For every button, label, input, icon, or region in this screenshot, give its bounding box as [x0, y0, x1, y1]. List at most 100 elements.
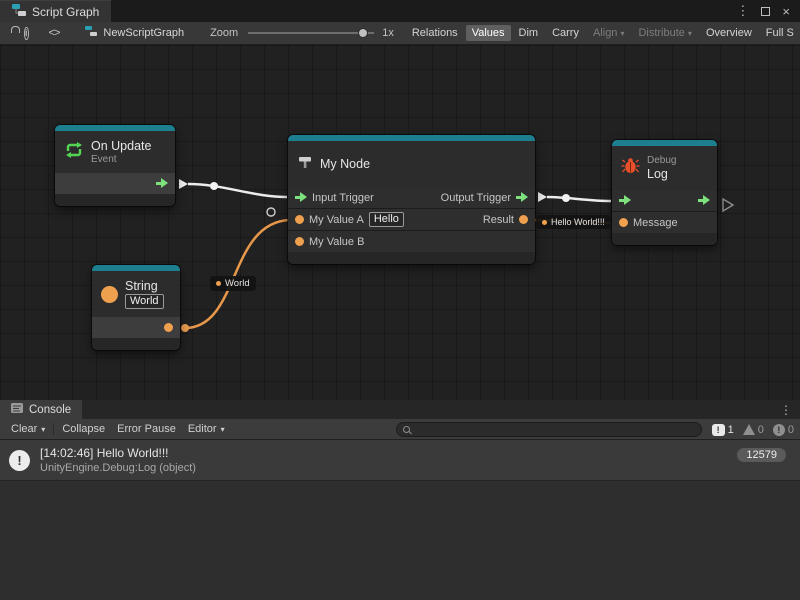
tab-title: Script Graph: [32, 5, 99, 19]
value-dot-icon: [542, 220, 547, 225]
bug-icon: [621, 157, 640, 179]
window-tab-bar: Script Graph ⋮ ×: [0, 0, 800, 22]
value-bubble-world: World: [210, 276, 256, 291]
align-button[interactable]: Align ▾: [587, 25, 630, 41]
toolbar-separator: [53, 423, 54, 435]
node-title: String: [125, 279, 164, 293]
zoom-label: Zoom: [210, 27, 238, 39]
node-my-node[interactable]: My Node Input Trigger Output Trigger: [288, 135, 535, 264]
distribute-label: Distribute: [638, 27, 684, 39]
port-input-trigger[interactable]: Input Trigger: [295, 192, 374, 204]
overview-button[interactable]: Overview: [700, 25, 758, 41]
log-message: [14:02:46] Hello World!!!: [40, 446, 196, 460]
port-trigger-in[interactable]: [619, 195, 631, 206]
port-trigger-out[interactable]: [156, 178, 168, 189]
port-output-trigger[interactable]: Output Trigger: [441, 192, 528, 204]
clear-button[interactable]: Clear ▾: [5, 421, 51, 437]
zoom-slider[interactable]: [248, 32, 374, 34]
node-title: On Update: [91, 139, 151, 153]
trigger-out-icon: [698, 195, 710, 206]
info-log-icon: [712, 424, 725, 436]
node-subtitle: Debug: [647, 155, 676, 166]
info-count-toggle[interactable]: 1: [712, 424, 734, 436]
log-info-icon: [9, 450, 30, 471]
search-icon: [403, 426, 410, 433]
value-port-icon: [295, 215, 304, 224]
chevron-down-icon: ▾: [221, 425, 225, 434]
carry-button[interactable]: Carry: [546, 25, 585, 41]
close-icon[interactable]: ×: [782, 4, 790, 19]
node-footer: [55, 194, 175, 206]
port-label: Message: [633, 217, 678, 229]
port-trigger-out[interactable]: [698, 195, 710, 206]
tab-console[interactable]: Console: [0, 400, 82, 419]
value-port-icon: [164, 323, 173, 332]
error-count-toggle[interactable]: 0: [773, 424, 794, 436]
console-counters: 1 0 0: [712, 419, 794, 440]
port-my-value-a[interactable]: My Value A Hello: [295, 212, 404, 227]
node-title: Log: [647, 167, 676, 181]
node-title: My Node: [320, 157, 370, 171]
graph-name-chip[interactable]: NewScriptGraph: [85, 26, 184, 40]
dim-button[interactable]: Dim: [513, 25, 545, 41]
port-string-out[interactable]: [164, 323, 173, 332]
port-label: My Value B: [309, 236, 364, 248]
port-label: Input Trigger: [312, 192, 374, 204]
node-footer: [288, 252, 535, 264]
console-tab-label: Console: [29, 404, 71, 416]
graph-canvas[interactable]: On Update Event: [0, 45, 800, 400]
console-search[interactable]: [396, 422, 702, 437]
align-label: Align: [593, 27, 617, 39]
value-port-icon: [295, 237, 304, 246]
maximize-icon[interactable]: [761, 7, 770, 16]
my-value-a-field[interactable]: Hello: [369, 212, 404, 227]
node-debug-log[interactable]: Debug Log Message: [612, 140, 717, 245]
menu-icon[interactable]: ⋮: [736, 3, 749, 19]
node-subtitle: Event: [91, 154, 151, 165]
code-icon[interactable]: <>: [49, 27, 60, 39]
zoom-control: Zoom 1x: [210, 27, 394, 39]
port-label: Result: [483, 214, 514, 226]
port-label: Output Trigger: [441, 192, 511, 204]
graph-toolbar: <> NewScriptGraph Zoom 1x Relations Valu…: [0, 22, 800, 45]
editor-label: Editor: [188, 423, 217, 435]
node-on-update[interactable]: On Update Event: [55, 125, 175, 206]
value-port-icon: [519, 215, 528, 224]
graph-name-label: NewScriptGraph: [103, 27, 184, 39]
error-icon: [773, 424, 785, 436]
relations-button[interactable]: Relations: [406, 25, 464, 41]
warning-count-toggle[interactable]: 0: [743, 424, 764, 436]
distribute-button[interactable]: Distribute ▾: [632, 25, 697, 41]
zoom-slider-handle[interactable]: [358, 28, 368, 38]
warning-count: 0: [758, 424, 764, 436]
port-result[interactable]: Result: [483, 214, 528, 226]
console-panel: Console ⋮ Clear ▾ Collapse Error Pause E…: [0, 400, 800, 600]
unity-window: Script Graph ⋮ × <> NewScriptGraph Zoom …: [0, 0, 800, 600]
collapse-button[interactable]: Collapse: [56, 421, 111, 437]
warning-icon: [743, 424, 755, 435]
string-icon: [101, 286, 118, 303]
node-footer: [612, 233, 717, 245]
value-port-icon: [619, 218, 628, 227]
error-pause-button[interactable]: Error Pause: [111, 421, 182, 437]
console-icon: [11, 403, 23, 416]
console-tab-strip: Console ⋮: [0, 400, 800, 419]
values-button[interactable]: Values: [466, 25, 511, 41]
menu-icon[interactable]: ⋮: [780, 403, 792, 417]
my-node-icon: [297, 154, 313, 175]
log-entry[interactable]: [14:02:46] Hello World!!! UnityEngine.De…: [0, 440, 800, 481]
trigger-out-icon: [516, 192, 528, 203]
editor-button[interactable]: Editor ▾: [182, 421, 231, 437]
fullscreen-button[interactable]: Full S: [760, 25, 800, 41]
value-bubble-hello-world: Hello World!!!: [536, 215, 611, 229]
console-toolbar: Clear ▾ Collapse Error Pause Editor ▾ 1: [0, 419, 800, 440]
info-icon[interactable]: [24, 27, 29, 40]
node-string[interactable]: String World: [92, 265, 180, 350]
string-value-field[interactable]: World: [125, 294, 164, 309]
chevron-down-icon: ▾: [41, 425, 45, 434]
tab-script-graph[interactable]: Script Graph: [0, 0, 111, 22]
search-input[interactable]: [415, 424, 695, 435]
port-my-value-b[interactable]: My Value B: [295, 236, 364, 248]
port-message[interactable]: Message: [619, 217, 678, 229]
info-count: 1: [728, 424, 734, 436]
